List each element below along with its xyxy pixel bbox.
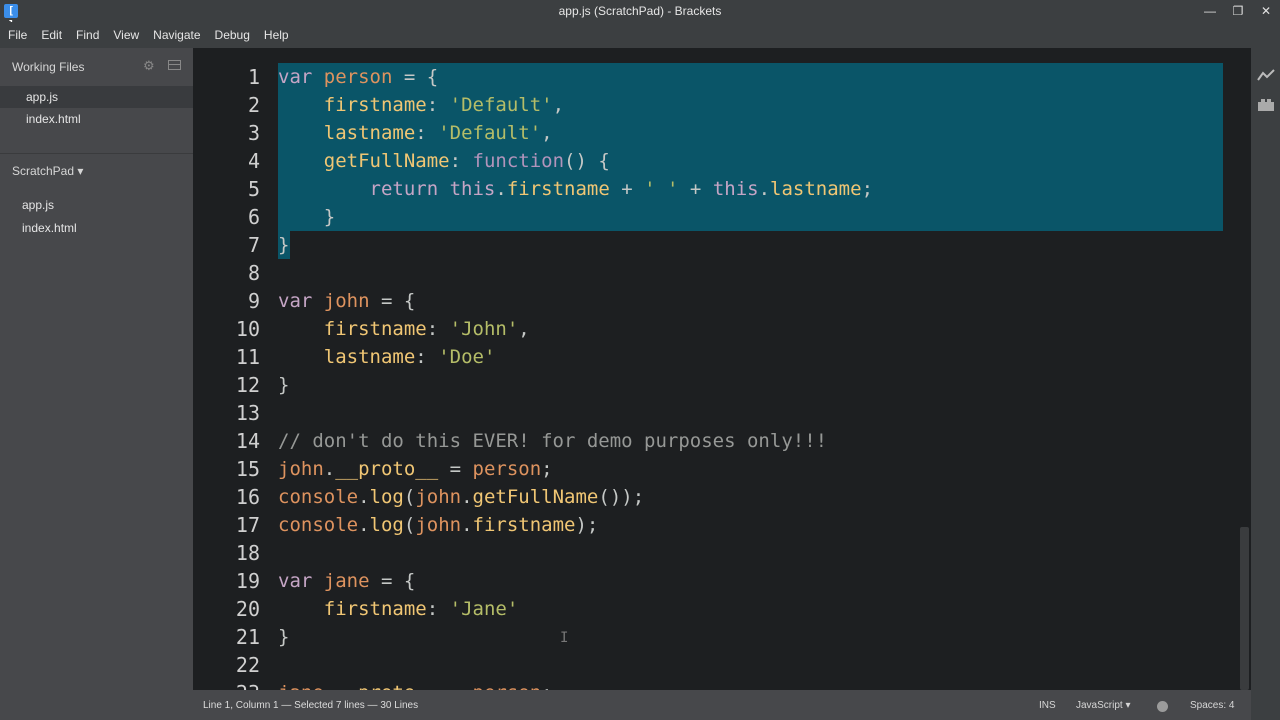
menu-view[interactable]: View: [113, 28, 139, 42]
indentation-setting[interactable]: Spaces: 4: [1190, 700, 1234, 711]
code-line: 8: [247, 261, 260, 285]
code-line: 21}: [235, 625, 290, 649]
window-title: app.js (ScratchPad) - Brackets: [558, 4, 722, 18]
code-line: 7}: [247, 233, 290, 257]
code-line: 14// don't do this EVER! for demo purpos…: [235, 429, 828, 453]
sidebar: Working Files ⚙ app.js index.html Scratc…: [0, 48, 193, 720]
working-files-title: Working Files: [12, 60, 85, 74]
project-file-app-js[interactable]: app.js: [22, 198, 54, 212]
language-dropdown[interactable]: JavaScript ▾: [1076, 700, 1130, 711]
code-line: 17 console.log(john.firstname);: [235, 513, 599, 537]
linter-status-icon[interactable]: [1157, 701, 1168, 712]
code-line: 18: [235, 541, 260, 565]
gear-icon[interactable]: ⚙: [143, 58, 155, 74]
menu-navigate[interactable]: Navigate: [153, 28, 200, 42]
close-button[interactable]: ✕: [1252, 0, 1280, 22]
code-line: 6 }: [247, 205, 336, 229]
code-line: 20 firstname: 'Jane': [235, 597, 519, 621]
menu-find[interactable]: Find: [76, 28, 99, 42]
project-title-dropdown[interactable]: ScratchPad ▾: [12, 164, 83, 178]
code-line: 2 firstname: 'Default',: [247, 93, 565, 117]
live-preview-icon[interactable]: [1256, 68, 1276, 84]
code-editor[interactable]: 1 var person = { 2 firstname: 'Default', …: [193, 48, 1251, 690]
right-toolbar: [1251, 48, 1280, 720]
code-line: 1 var person = {: [247, 65, 439, 89]
working-file-index-html[interactable]: index.html: [0, 108, 193, 130]
window-controls: — ❐ ✕: [1196, 0, 1280, 22]
status-bar: Line 1, Column 1 — Selected 7 lines — 30…: [193, 690, 1251, 720]
sidebar-divider: [0, 153, 193, 154]
code-line: 13: [235, 401, 260, 425]
extension-manager-icon[interactable]: [1256, 98, 1276, 114]
code-line: 19 var jane = {: [235, 569, 416, 593]
code-line: 15 john.__proto__ = person;: [235, 457, 553, 481]
maximize-button[interactable]: ❐: [1224, 0, 1252, 22]
code-line: 9 var john = {: [247, 289, 416, 313]
menu-file[interactable]: File: [8, 28, 27, 42]
code-line: 5 return this.firstname + ' ' + this.las…: [247, 177, 874, 201]
scrollbar-thumb[interactable]: [1240, 527, 1249, 690]
code-line: 16 console.log(john.getFullName());: [235, 485, 645, 509]
menu-edit[interactable]: Edit: [41, 28, 62, 42]
code-line: 11 lastname: 'Doe': [235, 345, 496, 369]
menu-help[interactable]: Help: [264, 28, 289, 42]
cursor-position-status: Line 1, Column 1 — Selected 7 lines — 30…: [203, 700, 419, 711]
menu-debug[interactable]: Debug: [215, 28, 250, 42]
code-line: 12}: [235, 373, 290, 397]
minimize-button[interactable]: —: [1196, 0, 1224, 22]
mouse-cursor-icon: I: [560, 630, 569, 646]
working-file-app-js[interactable]: app.js: [0, 86, 193, 108]
code-line: 10 firstname: 'John',: [235, 317, 530, 341]
insert-mode-toggle[interactable]: INS: [1039, 700, 1056, 711]
code-line: 4 getFullName: function() {: [247, 149, 610, 173]
menu-bar: File Edit Find View Navigate Debug Help: [0, 22, 1280, 48]
title-bar: [ ] app.js (ScratchPad) - Brackets — ❐ ✕: [0, 0, 1280, 31]
project-file-index-html[interactable]: index.html: [22, 221, 77, 235]
code-line: 22: [235, 653, 260, 677]
split-view-icon[interactable]: [168, 60, 181, 70]
code-line: 3 lastname: 'Default',: [247, 121, 553, 145]
code-line: 23jane.__proto__ = person;: [193, 679, 1251, 690]
